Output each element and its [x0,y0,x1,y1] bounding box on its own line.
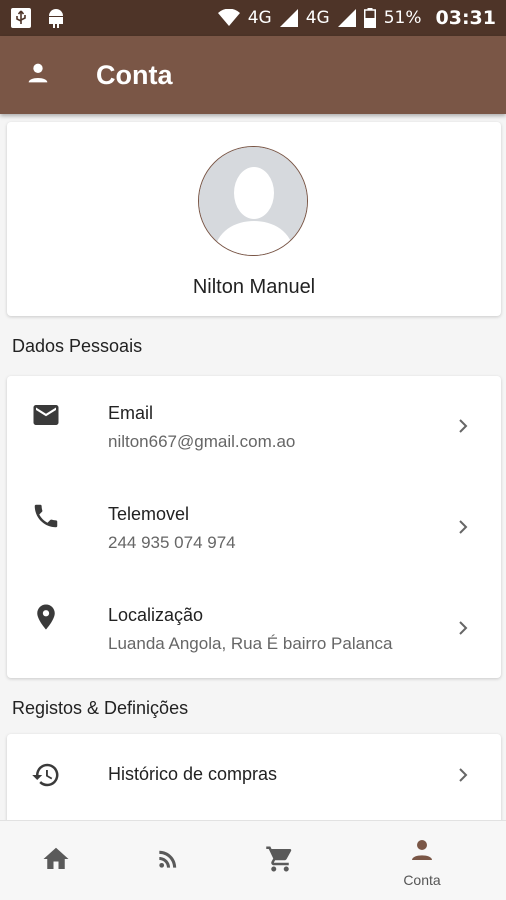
chevron-right-icon [455,620,471,636]
chevron-right-icon [455,519,471,535]
nav-feed[interactable] [128,821,208,900]
android-icon [46,7,66,29]
nav-account[interactable]: Conta [382,821,462,900]
section-title-settings: Registos & Definições [12,698,189,718]
app-bar: Conta [0,36,506,114]
phone-icon [31,501,61,531]
chevron-right-icon [455,418,471,434]
email-icon [31,400,61,430]
settings-card: Histórico de compras [7,734,501,824]
profile-name: Nilton Manuel [192,276,316,298]
location-row[interactable]: Localização Luanda Angola, Rua É bairro … [7,578,501,678]
location-label: Localização [108,605,204,625]
person-icon [24,59,52,92]
status-bar: 4G 4G 51% 03:31 [0,0,506,36]
phone-label: Telemovel [108,504,190,524]
location-icon [31,602,61,632]
purchase-history-label: Histórico de compras [108,764,278,784]
profile-card: Nilton Manuel [7,122,501,316]
nav-account-label: Conta [403,871,441,888]
location-value: Luanda Angola, Rua É bairro Palanca [108,634,393,653]
personal-info-card: Email nilton667@gmail.com.ao Telemovel 2… [7,376,501,678]
clock: 03:31 [435,7,496,29]
battery-icon [363,8,376,28]
nav-home[interactable] [16,821,96,900]
usb-icon [10,7,32,29]
purchase-history-row[interactable]: Histórico de compras [7,734,501,818]
nav-cart[interactable] [240,821,320,900]
wifi-icon [217,9,240,27]
email-value: nilton667@gmail.com.ao [108,432,296,451]
signal-icon [279,9,298,27]
network-type-2: 4G [305,8,330,28]
cart-icon [265,844,295,879]
avatar[interactable] [198,146,308,256]
rss-feed-icon [155,846,181,877]
battery-percentage: 51% [383,8,422,28]
section-title-personal: Dados Pessoais [12,336,143,356]
chevron-right-icon [455,767,471,783]
phone-row[interactable]: Telemovel 244 935 074 974 [7,477,501,577]
network-type-1: 4G [247,8,272,28]
phone-value: 244 935 074 974 [108,533,236,552]
signal-icon-2 [337,9,356,27]
person-icon [407,835,437,870]
page-title: Conta [96,59,173,90]
email-row[interactable]: Email nilton667@gmail.com.ao [7,376,501,476]
home-icon [41,844,71,879]
history-icon [31,760,61,790]
email-label: Email [108,403,154,423]
bottom-navigation: Conta [0,820,506,900]
